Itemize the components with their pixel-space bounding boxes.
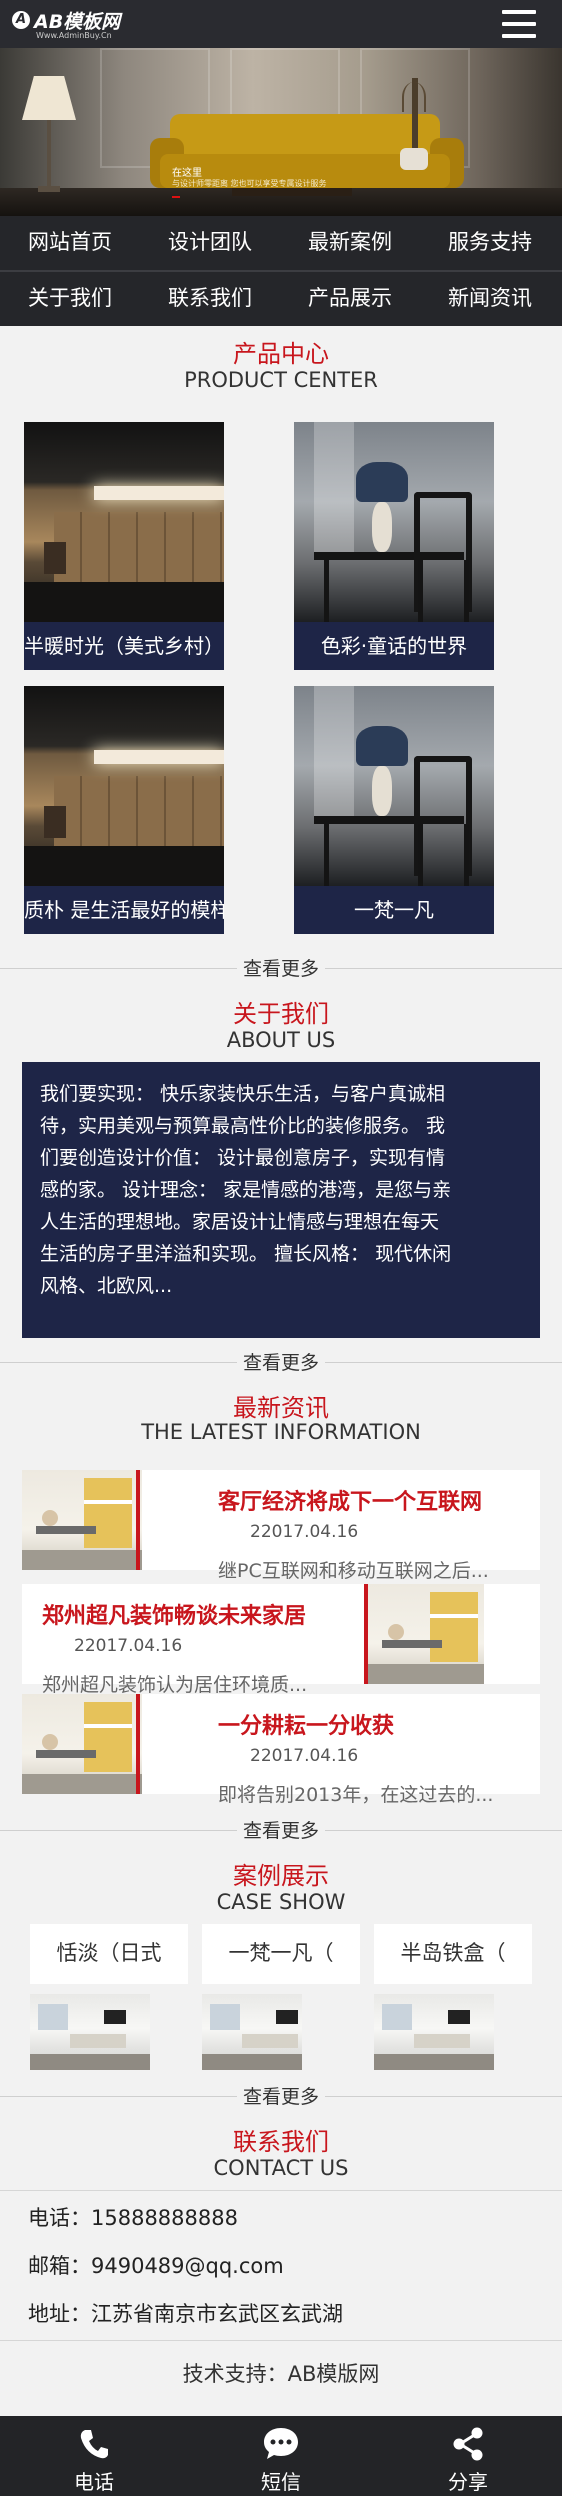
news-summary: 即将告别2013年，在这过去的... [218,1784,494,1806]
nav-item-service[interactable]: 服务支持 [420,216,560,268]
news-item[interactable]: 一分耕耘一分收获 22017.04.16 即将告别2013年，在这过去的... [22,1694,540,1806]
product-image [294,686,494,886]
bottom-nav-sms[interactable]: 短信 [211,2416,351,2496]
contact-address: 地址：江苏省南京市玄武区玄武湖 [28,2302,343,2326]
nav-item-home[interactable]: 网站首页 [0,216,140,268]
news-date: 22017.04.16 [250,1746,359,1766]
about-title: 关于我们 [233,1000,329,1028]
contact-email[interactable]: 邮箱：9490489@qq.com [28,2250,284,2280]
product-card[interactable]: 半暖时光（美式乡村） [24,422,224,670]
banner-accent-bar [172,196,180,198]
case-card[interactable]: 恬淡（日式 [30,1924,188,2070]
case-label: 半岛铁盒（ [374,1924,532,1984]
site-logo[interactable]: A AB模板网 Www.AdminBuy.Cn [12,6,172,44]
logo-subtitle: Www.AdminBuy.Cn [36,31,112,40]
banner-line-2: 与设计师零距离 您也可以享受专属设计服务 [172,179,327,188]
nav-item-about[interactable]: 关于我们 [0,272,140,324]
news-accent-bar [136,1470,140,1570]
bottom-nav: 电话 短信 分享 [0,2416,562,2496]
cases-more-link[interactable]: 查看更多 [0,2082,562,2112]
product-caption: 色彩·童话的世界 [320,634,468,658]
news-summary: 继PC互联网和移动互联网之后... [218,1560,489,1582]
share-icon [453,2427,483,2461]
bottom-nav-label: 电话 [74,2470,114,2494]
products-title: 产品中心 [233,340,329,368]
news-date: 22017.04.16 [250,1522,359,1542]
product-caption: 半暖时光（美式乡村） [24,634,224,658]
menu-icon[interactable] [500,6,540,42]
bottom-nav-phone[interactable]: 电话 [24,2416,164,2496]
bottom-nav-label: 短信 [261,2470,301,2494]
nav-item-contact[interactable]: 联系我们 [140,272,280,324]
news-thumbnail [368,1584,484,1684]
product-card[interactable]: 一梵一凡 [294,686,494,934]
case-image [30,1994,150,2070]
news-summary: 郑州超凡装饰认为居住环境质... [42,1674,308,1696]
products-subtitle: PRODUCT CENTER [184,368,378,392]
news-title: 最新资讯 [233,1394,329,1422]
bottom-nav-label: 分享 [448,2470,488,2494]
case-card[interactable]: 一梵一凡（ [202,1924,360,2070]
news-more-link[interactable]: 查看更多 [0,1816,562,1846]
contact-phone[interactable]: 电话：15888888888 [28,2202,238,2232]
case-image [374,1994,494,2070]
about-subtitle: ABOUT US [226,1028,336,1052]
main-nav: 网站首页 设计团队 最新案例 服务支持 关于我们 联系我们 产品展示 新闻资讯 [0,216,562,326]
logo-mark-icon: A [12,11,30,29]
about-line: 生活的房子里洋溢和实现。 擅长风格： 现代休闲 [40,1243,452,1265]
news-item[interactable]: 客厅经济将成下一个互联网 22017.04.16 继PC互联网和移动互联网之后.… [22,1470,540,1582]
nav-item-news[interactable]: 新闻资讯 [420,272,560,324]
news-thumbnail [22,1470,142,1570]
case-label: 一梵一凡（ [202,1924,360,1984]
product-card[interactable]: 色彩·童话的世界 [294,422,494,670]
nav-item-cases[interactable]: 最新案例 [280,216,420,268]
case-label: 恬淡（日式 [30,1924,188,1984]
banner-line-1: 在这里 [172,168,202,179]
bottom-nav-share[interactable]: 分享 [398,2416,538,2496]
about-line: 我们要实现： 快乐家装快乐生活，与客户真诚相 [40,1083,446,1105]
product-image [294,422,494,622]
more-label: 查看更多 [236,2086,325,2108]
cases-title: 案例展示 [233,1862,329,1890]
nav-item-products[interactable]: 产品展示 [280,272,420,324]
site-header: A AB模板网 Www.AdminBuy.Cn [0,0,562,48]
news-title[interactable]: 客厅经济将成下一个互联网 [218,1484,482,1516]
hero-banner[interactable]: 在这里 与设计师零距离 您也可以享受专属设计服务 [0,48,562,216]
news-item[interactable]: 郑州超凡装饰畅谈未来家居 22017.04.16 郑州超凡装饰认为居住环境质..… [22,1584,540,1696]
about-line: 人生活的理想地。家居设计让情感与理想在每天 [40,1211,440,1233]
about-text-box: 我们要实现： 快乐家装快乐生活，与客户真诚相 待，实用美观与预算最高性价比的装修… [22,1062,540,1338]
products-more-link[interactable]: 查看更多 [0,954,562,984]
nav-item-team[interactable]: 设计团队 [140,216,280,268]
more-label: 查看更多 [236,1352,325,1374]
logo-title: AB模板网 [34,11,121,33]
product-caption: 一梵一凡 [354,898,434,922]
more-label: 查看更多 [236,958,325,980]
contact-subtitle: CONTACT US [213,2156,349,2180]
product-card[interactable]: 质朴 是生活最好的模样 [24,686,224,934]
product-image [24,422,224,622]
cases-subtitle: CASE SHOW [216,1890,346,1914]
product-caption: 质朴 是生活最好的模样 [24,898,224,922]
about-line: 待，实用美观与预算最高性价比的装修服务。 我 [40,1115,446,1137]
news-date: 22017.04.16 [74,1636,183,1656]
sms-icon [264,2428,298,2459]
news-title[interactable]: 一分耕耘一分收获 [218,1708,394,1740]
tech-support-text: 技术支持：AB模版网 [182,2362,380,2386]
about-more-link[interactable]: 查看更多 [0,1348,562,1378]
case-card[interactable]: 半岛铁盒（ [374,1924,532,2070]
news-title[interactable]: 郑州超凡装饰畅谈未来家居 [42,1598,306,1630]
phone-icon [80,2430,108,2459]
product-image [24,686,224,886]
lamp-graphic [22,76,76,120]
news-accent-bar [136,1694,140,1794]
news-thumbnail [22,1694,142,1794]
news-subtitle: THE LATEST INFORMATION [141,1420,421,1444]
about-line: 风格、北欧风... [40,1275,173,1297]
contact-title: 联系我们 [233,2128,329,2156]
case-image [202,1994,302,2070]
more-label: 查看更多 [236,1820,325,1842]
about-line: 感的家。 设计理念： 家是情感的港湾，是您与亲 [40,1179,452,1201]
about-line: 们要创造设计价值： 设计最创意房子，实现有情 [40,1147,446,1169]
